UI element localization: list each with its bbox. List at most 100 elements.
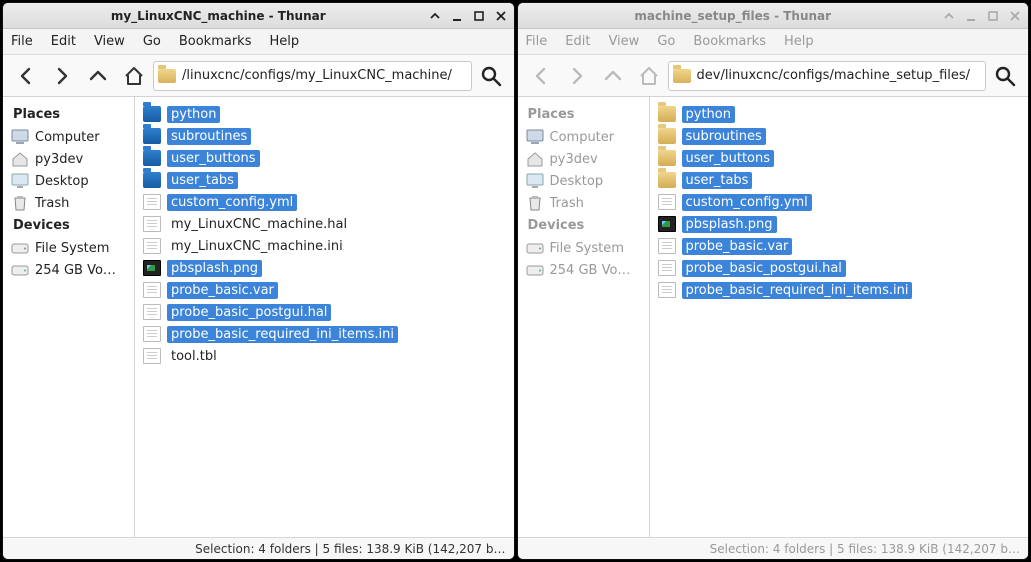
sidebar: PlacesComputerpy3devDesktopTrashDevicesF… <box>518 97 650 537</box>
sidebar-item-computer[interactable]: Computer <box>520 126 647 148</box>
file-pane[interactable]: pythonsubroutines user_buttons user_tabscu… <box>650 97 1029 537</box>
search-button[interactable] <box>474 61 508 91</box>
file-item[interactable]: my_LinuxCNC_machine.ini <box>141 235 508 257</box>
file-icon <box>143 326 161 342</box>
file-name: my_LinuxCNC_machine.ini <box>167 238 347 255</box>
sidebar-item-py3dev[interactable]: py3dev <box>5 148 132 170</box>
file-icon <box>658 260 676 276</box>
home-button[interactable] <box>117 59 151 93</box>
shade-button[interactable] <box>428 9 442 23</box>
file-item[interactable]: probe_basic_postgui.hal <box>141 301 508 323</box>
file-item[interactable]: subroutines <box>656 125 1023 147</box>
file-item[interactable]: python <box>141 103 508 125</box>
maximize-button[interactable] <box>472 9 486 23</box>
up-button[interactable] <box>81 59 115 93</box>
file-item[interactable]: user_tabs <box>141 169 508 191</box>
file-item[interactable]: pbsplash.png <box>141 257 508 279</box>
file-name: probe_basic.var <box>167 282 278 299</box>
menu-help[interactable]: Help <box>269 34 299 49</box>
sidebar-item-desktop[interactable]: Desktop <box>5 170 132 192</box>
sidebar-devices-heading: Devices <box>5 214 132 237</box>
sidebar-item-trash[interactable]: Trash <box>520 192 647 214</box>
sidebar-item-254-gb-vo-[interactable]: 254 GB Vo… <box>520 259 647 281</box>
menu-bookmarks[interactable]: Bookmarks <box>179 34 252 49</box>
sidebar: PlacesComputerpy3devDesktopTrashDevicesF… <box>3 97 135 537</box>
forward-button[interactable] <box>45 59 79 93</box>
file-item[interactable]: probe_basic_postgui.hal <box>656 257 1023 279</box>
disk-icon <box>11 262 29 278</box>
file-icon <box>143 216 161 232</box>
sidebar-item-py3dev[interactable]: py3dev <box>520 148 647 170</box>
close-button[interactable] <box>494 9 508 23</box>
path-text: dev/linuxcnc/configs/machine_setup_files… <box>697 68 971 83</box>
file-name: my_LinuxCNC_machine.hal <box>167 216 351 233</box>
sidebar-item-254-gb-vo-[interactable]: 254 GB Vo… <box>5 259 132 281</box>
file-name: user_buttons <box>682 150 775 167</box>
file-item[interactable]: probe_basic_required_ini_items.ini <box>141 323 508 345</box>
folder-icon <box>658 150 676 166</box>
menu-help[interactable]: Help <box>784 34 814 49</box>
minimize-button[interactable] <box>964 9 978 23</box>
file-name: pbsplash.png <box>682 216 777 233</box>
folder-icon <box>658 128 676 144</box>
file-item[interactable]: custom_config.yml <box>141 191 508 213</box>
sidebar-item-desktop[interactable]: Desktop <box>520 170 647 192</box>
back-button[interactable] <box>524 59 558 93</box>
menu-file[interactable]: File <box>11 34 33 49</box>
file-item[interactable]: custom_config.yml <box>656 191 1023 213</box>
titlebar[interactable]: my_LinuxCNC_machine - Thunar <box>3 3 514 29</box>
file-item[interactable]: probe_basic.var <box>656 235 1023 257</box>
sidebar-item-file-system[interactable]: File System <box>520 237 647 259</box>
menubar: File Edit View Go Bookmarks Help <box>518 29 1029 55</box>
folder-icon <box>158 69 176 83</box>
menu-view[interactable]: View <box>608 34 639 49</box>
path-bar[interactable]: dev/linuxcnc/configs/machine_setup_files… <box>668 61 987 91</box>
close-button[interactable] <box>1008 9 1022 23</box>
file-item[interactable]: tool.tbl <box>141 345 508 367</box>
file-manager-window: my_LinuxCNC_machine - Thunar File Edit View… <box>2 2 515 560</box>
file-item[interactable]: probe_basic_required_ini_items.ini <box>656 279 1023 301</box>
menu-edit[interactable]: Edit <box>51 34 76 49</box>
file-item[interactable]: python <box>656 103 1023 125</box>
sidebar-item-trash[interactable]: Trash <box>5 192 132 214</box>
up-button[interactable] <box>596 59 630 93</box>
path-bar[interactable]: /linuxcnc/configs/my_LinuxCNC_machine/ <box>153 61 472 91</box>
file-item[interactable]: my_LinuxCNC_machine.hal <box>141 213 508 235</box>
file-item[interactable]: user_tabs <box>656 169 1023 191</box>
window-title: my_LinuxCNC_machine - Thunar <box>9 9 428 23</box>
sidebar-item-label: Desktop <box>550 174 604 189</box>
maximize-button[interactable] <box>986 9 1000 23</box>
menu-file[interactable]: File <box>526 34 548 49</box>
sidebar-item-label: py3dev <box>35 152 83 167</box>
menu-edit[interactable]: Edit <box>565 34 590 49</box>
back-button[interactable] <box>9 59 43 93</box>
menu-bookmarks[interactable]: Bookmarks <box>693 34 766 49</box>
file-item[interactable]: subroutines <box>141 125 508 147</box>
file-item[interactable]: user_buttons <box>656 147 1023 169</box>
file-name: tool.tbl <box>167 348 221 365</box>
trash-icon <box>526 195 544 211</box>
folder-icon <box>143 172 161 188</box>
search-button[interactable] <box>988 61 1022 91</box>
minimize-button[interactable] <box>450 9 464 23</box>
sidebar-item-label: Desktop <box>35 174 89 189</box>
home-button[interactable] <box>632 59 666 93</box>
file-pane[interactable]: pythonsubroutinesuser_buttonsuser_tabscu… <box>135 97 514 537</box>
menu-view[interactable]: View <box>94 34 125 49</box>
file-item[interactable]: probe_basic.var <box>141 279 508 301</box>
titlebar[interactable]: machine_setup_files - Thunar <box>518 3 1029 29</box>
sidebar-item-computer[interactable]: Computer <box>5 126 132 148</box>
menu-go[interactable]: Go <box>143 34 161 49</box>
menu-go[interactable]: Go <box>657 34 675 49</box>
desktop-icon <box>11 173 29 189</box>
file-name: user_tabs <box>682 172 753 189</box>
file-icon <box>143 194 161 210</box>
shade-button[interactable] <box>942 9 956 23</box>
forward-button[interactable] <box>560 59 594 93</box>
file-name: probe_basic_postgui.hal <box>167 304 331 321</box>
sidebar-item-file-system[interactable]: File System <box>5 237 132 259</box>
folder-icon <box>143 106 161 122</box>
file-item[interactable]: pbsplash.png <box>656 213 1023 235</box>
file-item[interactable]: user_buttons <box>141 147 508 169</box>
window-title: machine_setup_files - Thunar <box>524 9 943 23</box>
